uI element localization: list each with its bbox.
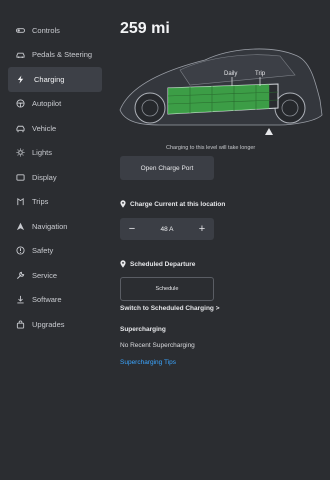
sidebar-item-label: Controls [32, 25, 60, 35]
schedule-button[interactable]: Schedule [120, 277, 214, 301]
location-pin-icon [120, 260, 126, 268]
wrench-icon [14, 269, 26, 281]
supercharging-title: Supercharging [120, 326, 166, 333]
sidebar-item-label: Vehicle [32, 123, 57, 133]
sidebar-item-label: Navigation [32, 221, 68, 231]
sidebar-item-label: Autopilot [32, 99, 62, 109]
car-icon [14, 49, 26, 61]
decrease-current-button[interactable]: − [126, 223, 138, 235]
charge-current-title-text: Charge Current at this location [130, 200, 226, 208]
sidebar-item-charging[interactable]: Charging [8, 67, 102, 92]
increase-current-button[interactable]: + [196, 223, 208, 235]
daily-label: Daily [224, 71, 237, 77]
bolt-icon [14, 73, 26, 85]
trips-icon [14, 196, 26, 208]
switch-to-scheduled-charging-link[interactable]: Switch to Scheduled Charging > [120, 305, 220, 312]
navigation-arrow-icon [14, 220, 26, 232]
open-charge-port-button[interactable]: Open Charge Port [120, 156, 214, 180]
sidebar-item-pedals-steering[interactable]: Pedals & Steering [0, 43, 104, 68]
front-wheel [134, 92, 166, 124]
supercharging-tips-link[interactable]: Supercharging Tips [120, 359, 176, 366]
car-battery-visual: Daily Trip [110, 30, 325, 140]
sidebar-item-label: Service [32, 270, 58, 280]
sidebar-item-safety[interactable]: Safety [0, 239, 104, 264]
settings-sidebar: Controls Pedals & Steering Charging Auto… [0, 18, 104, 337]
charge-current-stepper: − 48 A + [120, 218, 214, 240]
toggle-icon [14, 24, 26, 36]
rear-wheel [274, 92, 306, 124]
sidebar-item-controls[interactable]: Controls [0, 18, 104, 43]
sidebar-item-software[interactable]: Software [0, 288, 104, 313]
charge-limit-slider-handle[interactable] [265, 128, 273, 135]
charge-current-title: Charge Current at this location [120, 200, 225, 208]
sidebar-item-label: Safety [32, 246, 54, 256]
sun-icon [14, 147, 26, 159]
supercharging-status: No Recent Supercharging [120, 342, 195, 349]
sidebar-item-trips[interactable]: Trips [0, 190, 104, 215]
safety-icon [14, 245, 26, 257]
charging-panel: 259 mi Daily Trip Charging to this level… [110, 0, 330, 480]
scheduled-departure-title-text: Scheduled Departure [130, 260, 196, 268]
sidebar-item-service[interactable]: Service [0, 263, 104, 288]
download-icon [14, 294, 26, 306]
sidebar-item-lights[interactable]: Lights [0, 141, 104, 166]
charge-note: Charging to this level will take longer [166, 145, 256, 151]
sidebar-item-label: Upgrades [32, 319, 65, 329]
sidebar-item-upgrades[interactable]: Upgrades [0, 312, 104, 337]
scheduled-departure-title: Scheduled Departure [120, 260, 195, 268]
sidebar-item-label: Display [32, 172, 57, 182]
sidebar-item-label: Lights [32, 148, 53, 158]
location-pin-icon [120, 200, 126, 208]
sidebar-item-label: Trips [32, 197, 49, 207]
charge-current-value: 48 A [160, 225, 174, 233]
sidebar-item-navigation[interactable]: Navigation [0, 214, 104, 239]
sidebar-item-autopilot[interactable]: Autopilot [0, 92, 104, 117]
sidebar-item-vehicle[interactable]: Vehicle [0, 116, 104, 141]
trip-label: Trip [255, 71, 266, 77]
vehicle-icon [14, 122, 26, 134]
sidebar-item-display[interactable]: Display [0, 165, 104, 190]
steering-wheel-icon [14, 98, 26, 110]
bag-icon [14, 318, 26, 330]
sidebar-item-label: Software [32, 295, 62, 305]
sidebar-item-label: Charging [34, 74, 65, 84]
display-icon [14, 171, 26, 183]
sidebar-item-label: Pedals & Steering [32, 50, 93, 60]
